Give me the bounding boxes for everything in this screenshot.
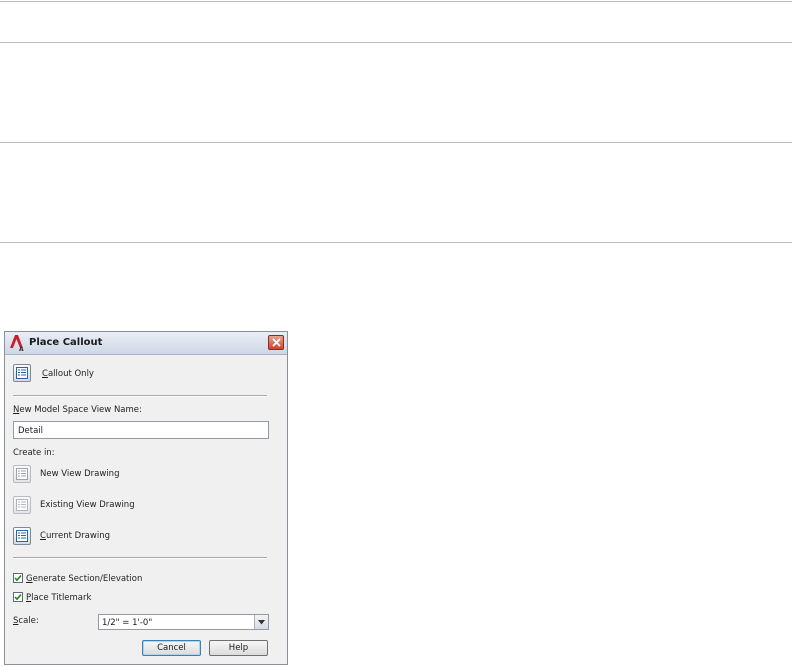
current-drawing-button[interactable] <box>13 527 31 545</box>
existing-view-drawing-button[interactable] <box>13 496 31 514</box>
create-in-label: Create in: <box>13 448 55 458</box>
checkmark-icon <box>14 593 22 601</box>
existing-view-drawing-label[interactable]: Existing View Drawing <box>40 500 135 510</box>
scale-label: Scale: <box>13 616 39 626</box>
help-button[interactable]: Help <box>209 640 268 656</box>
table-row-rule <box>0 142 792 143</box>
generate-section-checkbox[interactable] <box>13 573 23 583</box>
callout-only-label[interactable]: Callout Only <box>42 369 94 379</box>
checkmark-icon <box>14 574 22 582</box>
place-titlemark-checkbox[interactable] <box>13 592 23 602</box>
new-view-drawing-button[interactable] <box>13 465 31 483</box>
callout-only-button[interactable] <box>13 364 31 382</box>
scale-select[interactable]: 1/2" = 1'-0" <box>98 614 269 630</box>
dialog-titlebar[interactable]: A Place Callout <box>5 332 287 355</box>
generate-section-label[interactable]: Generate Section/Elevation <box>26 574 142 584</box>
new-view-drawing-icon <box>16 468 28 480</box>
close-button[interactable] <box>268 335 284 350</box>
table-bottom-rule <box>0 242 792 243</box>
current-drawing-label[interactable]: Current Drawing <box>40 531 110 541</box>
view-name-input[interactable]: Detail <box>13 421 269 439</box>
callout-only-icon <box>16 367 28 379</box>
chevron-down-icon <box>258 620 265 625</box>
table-row-rule <box>0 42 792 43</box>
view-name-label: New Model Space View Name: <box>13 405 142 415</box>
table-top-rule <box>0 1 792 2</box>
autocad-app-icon: A <box>9 334 25 353</box>
cancel-button[interactable]: Cancel <box>142 640 201 656</box>
existing-view-drawing-icon <box>16 499 28 511</box>
current-drawing-icon <box>16 530 28 542</box>
dialog-title: Place Callout <box>29 337 103 348</box>
place-callout-dialog: A Place Callout Callout Only New Model S… <box>4 331 288 665</box>
new-view-drawing-label[interactable]: New View Drawing <box>40 469 119 479</box>
close-icon <box>272 338 281 347</box>
svg-text:A: A <box>19 346 24 352</box>
separator <box>13 557 267 559</box>
scale-dropdown-button[interactable] <box>254 615 268 629</box>
scale-value: 1/2" = 1'-0" <box>102 618 153 628</box>
place-titlemark-label[interactable]: Place Titlemark <box>26 593 91 603</box>
separator <box>13 395 267 397</box>
